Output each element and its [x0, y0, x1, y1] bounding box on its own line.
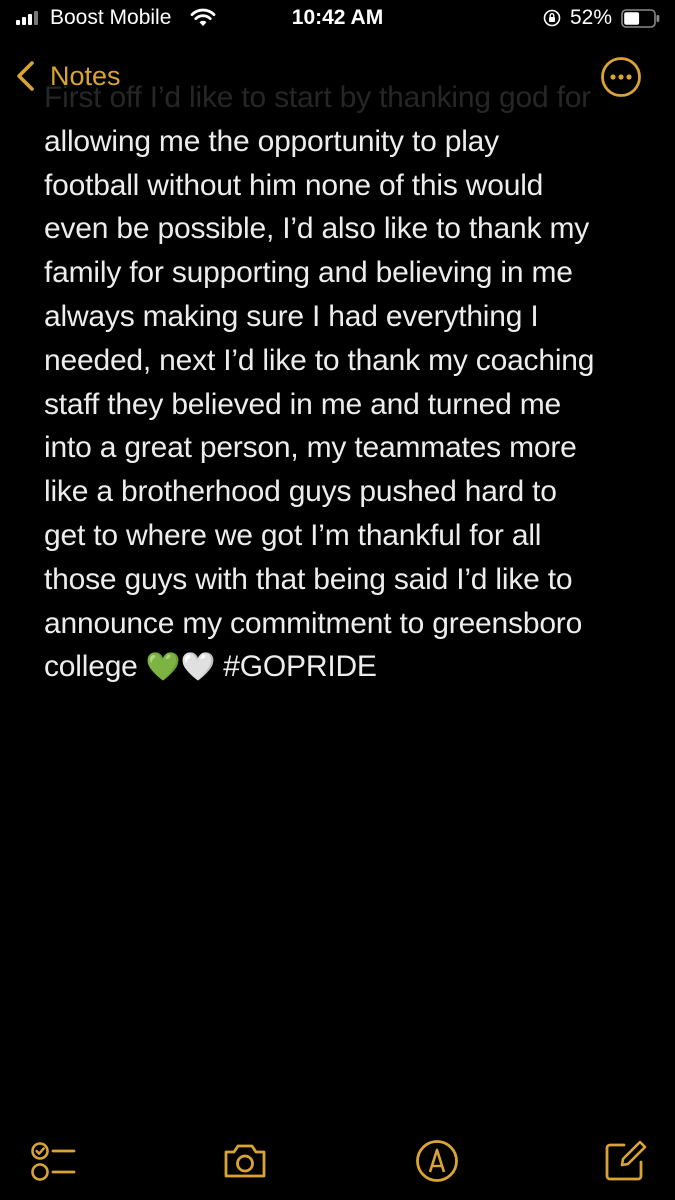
orientation-lock-icon [543, 9, 561, 27]
compose-icon[interactable] [602, 1138, 648, 1184]
camera-icon[interactable] [222, 1138, 268, 1184]
hashtag-text: #GOPRIDE [223, 650, 377, 684]
chevron-left-icon [17, 61, 34, 91]
markup-icon[interactable] [414, 1138, 460, 1184]
note-body-text: allowing me the opportunity to play foot… [44, 124, 595, 684]
note-text-area[interactable]: First off I’d like to start by thanking … [44, 76, 644, 689]
note-first-line: First off I’d like to start by thanking … [44, 81, 591, 114]
green-heart-emoji: 💚 [145, 651, 181, 683]
white-heart-emoji: 🤍 [180, 651, 216, 683]
battery-icon [621, 9, 660, 28]
status-bar: Boost Mobile 10:42 AM 52% [0, 0, 675, 38]
battery-percentage: 52% [570, 6, 613, 29]
checklist-icon[interactable] [30, 1138, 76, 1184]
